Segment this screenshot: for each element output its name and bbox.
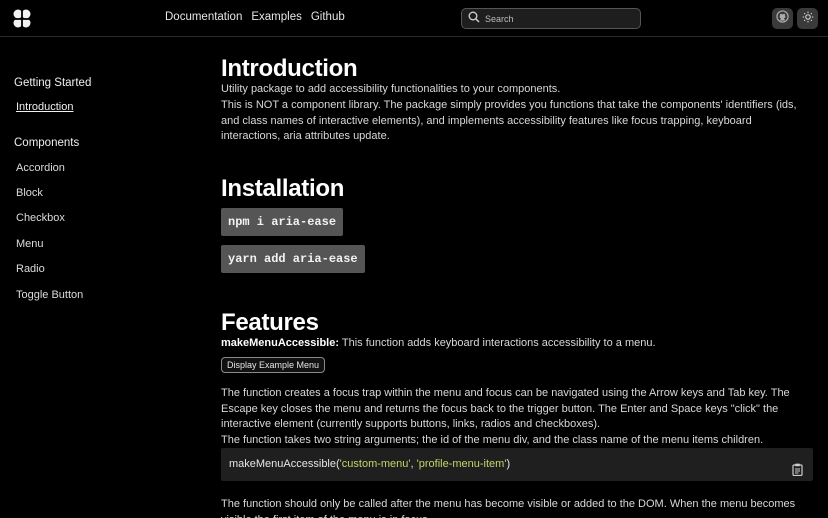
code-paren-close: ) — [506, 458, 511, 470]
yarn-install-command: yarn add aria-ease — [221, 245, 365, 273]
feature-make-menu-accessible: makeMenuAccessible: This function adds k… — [221, 336, 811, 352]
nav-link-documentation[interactable]: Documentation — [165, 11, 242, 23]
features-heading: Features — [221, 309, 319, 336]
sidebar-item-block[interactable]: Block — [16, 187, 43, 199]
sidebar-item-accordion[interactable]: Accordion — [16, 162, 65, 174]
code-arg-1: 'custom-menu' — [339, 458, 411, 470]
search-input[interactable] — [485, 13, 625, 24]
code-function: makeMenuAccessible — [229, 458, 336, 470]
display-example-menu-button[interactable]: Display Example Menu — [221, 357, 326, 373]
search-icon — [468, 10, 480, 28]
code-arg-2: 'profile-menu-item' — [416, 458, 507, 470]
npm-install-command: npm i aria-ease — [221, 208, 344, 236]
sidebar-group-components: Components — [14, 137, 80, 149]
clipboard-icon[interactable] — [792, 457, 803, 477]
theme-toggle-button[interactable] — [797, 8, 818, 29]
features-paragraph-1: The function creates a focus trap within… — [221, 387, 790, 430]
top-nav-links: Documentation Examples Github — [165, 11, 345, 23]
github-icon — [776, 9, 789, 28]
code-block: makeMenuAccessible('custom-menu', 'profi… — [221, 448, 813, 481]
intro-line-1: Utility package to add accessibility fun… — [221, 83, 561, 95]
sidebar-item-radio[interactable]: Radio — [16, 263, 45, 275]
function-name: makeMenuAccessible: — [221, 337, 339, 349]
installation-heading: Installation — [221, 175, 345, 202]
search-box[interactable] — [461, 8, 641, 29]
features-paragraph-2: The function takes two string arguments;… — [221, 434, 764, 446]
logo-icon[interactable] — [11, 8, 33, 30]
nav-link-github[interactable]: Github — [311, 11, 345, 23]
sun-icon — [802, 10, 814, 28]
sidebar-group-getting-started: Getting Started — [14, 77, 92, 89]
sidebar-item-toggle-button[interactable]: Toggle Button — [16, 289, 83, 301]
function-description: This function adds keyboard interactions… — [341, 337, 656, 349]
sidebar-item-checkbox[interactable]: Checkbox — [16, 212, 65, 224]
github-button[interactable] — [772, 8, 793, 29]
intro-line-2: This is NOT a component library. The pac… — [221, 99, 797, 142]
sidebar-item-introduction[interactable]: Introduction — [16, 101, 73, 113]
intro-heading: Introduction — [221, 55, 358, 82]
nav-link-examples[interactable]: Examples — [251, 11, 302, 23]
top-navbar: Documentation Examples Github — [0, 0, 828, 37]
features-paragraph-3: The function should only be called after… — [221, 498, 796, 518]
sidebar-item-menu[interactable]: Menu — [16, 238, 44, 250]
